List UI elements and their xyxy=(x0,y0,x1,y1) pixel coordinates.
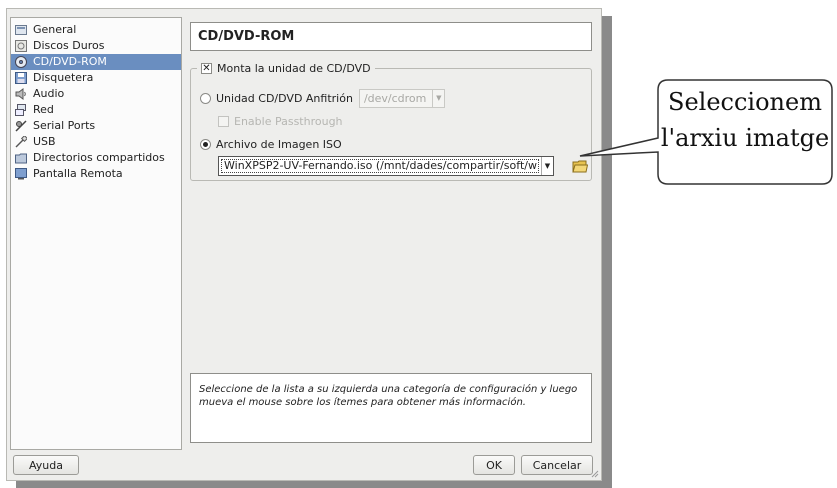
callout-balloon xyxy=(579,79,833,185)
callout-line-2: l'arxiu imatge xyxy=(660,124,830,152)
callout-text: Seleccionem l'arxiu imatge xyxy=(660,84,830,156)
callout-line-1: Seleccionem xyxy=(668,88,822,116)
